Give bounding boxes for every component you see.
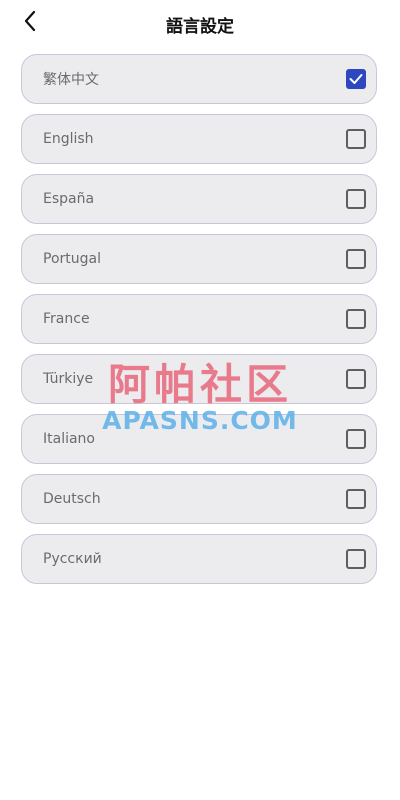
language-option-turkish[interactable]: Türkiye (21, 354, 377, 404)
checkbox[interactable] (346, 549, 366, 569)
checkbox[interactable] (346, 309, 366, 329)
language-option-traditional-chinese[interactable]: 繁体中文 (21, 54, 377, 104)
language-label: Italiano (43, 431, 95, 447)
checkbox[interactable] (346, 489, 366, 509)
checkbox[interactable] (346, 189, 366, 209)
checkbox[interactable] (346, 429, 366, 449)
checkbox[interactable] (346, 369, 366, 389)
language-option-portuguese[interactable]: Portugal (21, 234, 377, 284)
checkbox-checked[interactable] (346, 69, 366, 89)
checkbox[interactable] (346, 249, 366, 269)
language-label: Türkiye (43, 371, 94, 387)
language-label: France (43, 311, 90, 327)
language-list: 繁体中文 English España Portugal France Türk… (21, 54, 377, 594)
language-label: Portugal (43, 251, 101, 267)
language-label: Deutsch (43, 491, 101, 507)
language-label: 繁体中文 (43, 72, 99, 88)
language-option-spanish[interactable]: España (21, 174, 377, 224)
language-label: España (43, 191, 95, 207)
language-option-french[interactable]: France (21, 294, 377, 344)
language-option-english[interactable]: English (21, 114, 377, 164)
checkmark-icon (349, 74, 363, 84)
language-label: English (43, 131, 94, 147)
checkbox[interactable] (346, 129, 366, 149)
language-option-russian[interactable]: Русский (21, 534, 377, 584)
language-label: Русский (43, 551, 102, 567)
page-title: 語言設定 (166, 17, 234, 37)
language-option-german[interactable]: Deutsch (21, 474, 377, 524)
header: 語言設定 (0, 0, 400, 46)
language-option-italian[interactable]: Italiano (21, 414, 377, 464)
